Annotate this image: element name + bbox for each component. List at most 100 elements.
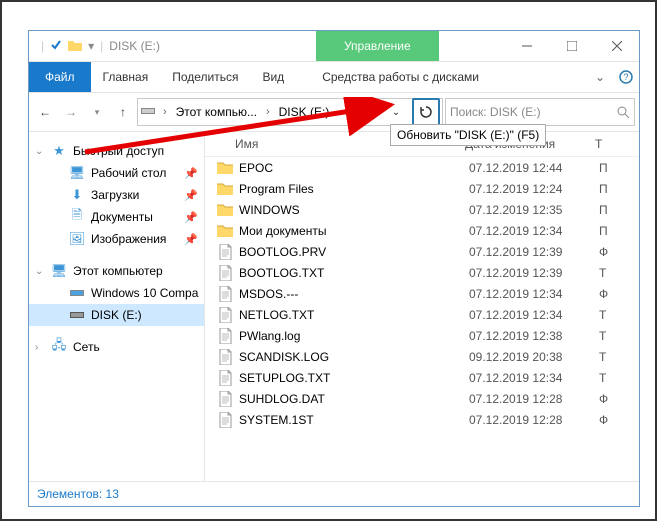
ribbon-tabs: Файл Главная Поделиться Вид Средства раб… xyxy=(29,62,639,93)
close-button[interactable] xyxy=(594,31,639,61)
file-name: SCANDISK.LOG xyxy=(235,350,469,364)
file-type: Ф xyxy=(599,413,639,427)
navpane-downloads[interactable]: ⬇ Загрузки 📌 xyxy=(29,184,204,206)
ribbon-collapse-button[interactable]: ⌄ xyxy=(587,62,613,92)
file-icon xyxy=(215,391,235,407)
file-row[interactable]: Program Files07.12.2019 12:24П xyxy=(205,178,639,199)
file-row[interactable]: EPOC07.12.2019 12:44П xyxy=(205,157,639,178)
navigation-pane: ⌄ ★ Быстрый доступ 🖥 Рабочий стол 📌 ⬇ За… xyxy=(29,132,205,481)
file-name: Program Files xyxy=(235,182,469,196)
chevron-right-icon[interactable]: › xyxy=(35,342,38,353)
tab-view[interactable]: Вид xyxy=(250,62,296,92)
file-row[interactable]: BOOTLOG.PRV07.12.2019 12:39Ф xyxy=(205,241,639,262)
file-row[interactable]: SUHDLOG.DAT07.12.2019 12:28Ф xyxy=(205,388,639,409)
tab-home[interactable]: Главная xyxy=(91,62,161,92)
file-row[interactable]: SYSTEM.1ST07.12.2019 12:28Ф xyxy=(205,409,639,430)
recent-button[interactable]: ▾ xyxy=(85,100,109,124)
tab-file[interactable]: Файл xyxy=(29,62,91,92)
file-date: 07.12.2019 12:39 xyxy=(469,266,599,280)
file-icon xyxy=(215,307,235,323)
file-row[interactable]: MSDOS.---07.12.2019 12:34Ф xyxy=(205,283,639,304)
file-type: П xyxy=(599,203,639,217)
file-date: 07.12.2019 12:28 xyxy=(469,413,599,427)
svg-text:?: ? xyxy=(623,72,628,82)
file-row[interactable]: SCANDISK.LOG09.12.2019 20:38Т xyxy=(205,346,639,367)
chevron-down-icon[interactable]: ⌄ xyxy=(35,146,43,157)
file-row[interactable]: NETLOG.TXT07.12.2019 12:34Т xyxy=(205,304,639,325)
drive-icon xyxy=(69,307,85,323)
file-name: BOOTLOG.TXT xyxy=(235,266,469,280)
navpane-quick-access[interactable]: ⌄ ★ Быстрый доступ xyxy=(29,140,204,162)
navpane-drive-c[interactable]: Windows 10 Compa xyxy=(29,282,204,304)
pin-icon: 📌 xyxy=(184,167,198,180)
file-row[interactable]: Мои документы07.12.2019 12:34П xyxy=(205,220,639,241)
navpane-thispc[interactable]: ⌄ 🖥 Этот компьютер xyxy=(29,260,204,282)
column-type[interactable]: Т xyxy=(595,137,639,151)
chevron-down-icon[interactable]: ⌄ xyxy=(35,266,43,277)
navpane-label: Этот компьютер xyxy=(73,264,163,278)
tab-drive-tools[interactable]: Средства работы с дисками xyxy=(310,62,491,92)
breadcrumb-current[interactable]: DISK (E:) xyxy=(277,105,332,119)
forward-button[interactable]: → xyxy=(59,100,83,124)
file-date: 07.12.2019 12:34 xyxy=(469,224,599,238)
network-icon: 🖧 xyxy=(51,339,67,355)
search-placeholder: Поиск: DISK (E:) xyxy=(450,105,611,119)
up-button[interactable]: ↑ xyxy=(111,100,135,124)
navpane-label: Изображения xyxy=(91,232,166,246)
file-name: Мои документы xyxy=(235,224,469,238)
navpane-label: Windows 10 Compa xyxy=(91,286,198,300)
item-count: Элементов: 13 xyxy=(37,487,119,501)
folder-icon xyxy=(215,182,235,195)
file-type: Т xyxy=(599,350,639,364)
tab-share[interactable]: Поделиться xyxy=(160,62,250,92)
pin-icon: 📌 xyxy=(184,211,198,224)
navpane-documents[interactable]: 🗎 Документы 📌 xyxy=(29,206,204,228)
file-date: 07.12.2019 12:34 xyxy=(469,371,599,385)
documents-icon: 🗎 xyxy=(69,209,85,225)
maximize-button[interactable] xyxy=(549,31,594,61)
file-list[interactable]: EPOC07.12.2019 12:44ПProgram Files07.12.… xyxy=(205,157,639,481)
file-row[interactable]: SETUPLOG.TXT07.12.2019 12:34Т xyxy=(205,367,639,388)
file-row[interactable]: BOOTLOG.TXT07.12.2019 12:39Т xyxy=(205,262,639,283)
file-type: Ф xyxy=(599,287,639,301)
qat-check-icon[interactable] xyxy=(50,39,62,54)
minimize-button[interactable] xyxy=(504,31,549,61)
refresh-button[interactable] xyxy=(412,98,440,126)
file-type: П xyxy=(599,182,639,196)
navpane-network[interactable]: › 🖧 Сеть xyxy=(29,336,204,358)
navpane-label: Быстрый доступ xyxy=(73,144,164,158)
chevron-right-icon[interactable]: › xyxy=(160,106,170,118)
file-type: Т xyxy=(599,329,639,343)
pictures-icon: 🖼 xyxy=(69,231,85,247)
file-icon xyxy=(215,412,235,428)
qat-folder-icon[interactable] xyxy=(68,39,82,54)
file-name: SYSTEM.1ST xyxy=(235,413,469,427)
file-name: EPOC xyxy=(235,161,469,175)
navpane-pictures[interactable]: 🖼 Изображения 📌 xyxy=(29,228,204,250)
file-type: Т xyxy=(599,308,639,322)
content-pane: Имя Дата изменения Т EPOC07.12.2019 12:4… xyxy=(205,132,639,481)
window-title: DISK (E:) xyxy=(109,39,160,53)
file-icon xyxy=(215,328,235,344)
navpane-drive-e[interactable]: DISK (E:) xyxy=(29,304,204,326)
drive-icon xyxy=(140,105,156,120)
file-type: П xyxy=(599,161,639,175)
chevron-right-icon[interactable]: › xyxy=(263,106,273,118)
file-date: 07.12.2019 12:35 xyxy=(469,203,599,217)
search-box[interactable]: Поиск: DISK (E:) xyxy=(445,98,635,126)
file-icon xyxy=(215,265,235,281)
file-row[interactable]: WINDOWS07.12.2019 12:35П xyxy=(205,199,639,220)
navpane-desktop[interactable]: 🖥 Рабочий стол 📌 xyxy=(29,162,204,184)
file-row[interactable]: PWlang.log07.12.2019 12:38Т xyxy=(205,325,639,346)
manage-tab[interactable]: Управление xyxy=(316,31,439,61)
file-type: Ф xyxy=(599,245,639,259)
file-type: Т xyxy=(599,266,639,280)
address-bar[interactable]: › Этот компью... › DISK (E:) ⌄ xyxy=(137,98,443,126)
back-button[interactable]: ← xyxy=(33,100,57,124)
folder-icon xyxy=(215,203,235,216)
breadcrumb-thispc[interactable]: Этот компью... xyxy=(174,105,259,119)
history-dropdown-button[interactable]: ⌄ xyxy=(384,100,408,124)
file-icon xyxy=(215,349,235,365)
help-button[interactable]: ? xyxy=(613,62,639,92)
navigation-bar: ← → ▾ ↑ › Этот компью... › DISK (E:) ⌄ П… xyxy=(29,93,639,132)
